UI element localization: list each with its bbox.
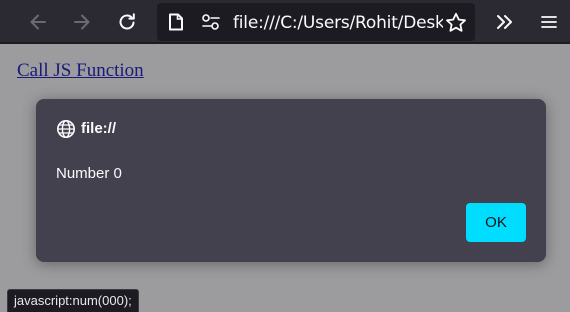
dialog-title: file:// bbox=[81, 120, 117, 137]
dialog-message: Number 0 bbox=[56, 165, 122, 182]
chevrons-right-icon bbox=[497, 15, 512, 29]
forward-arrow-icon bbox=[74, 14, 90, 30]
ok-button[interactable]: OK bbox=[466, 203, 526, 242]
alert-dialog: file:// Number 0 OK bbox=[36, 99, 546, 262]
reload-icon bbox=[119, 13, 135, 30]
permissions-icon[interactable] bbox=[201, 14, 221, 30]
back-button[interactable] bbox=[22, 6, 54, 38]
browser-toolbar: file:///C:/Users/Rohit/Desktop bbox=[0, 0, 570, 44]
menu-button[interactable] bbox=[533, 6, 565, 38]
overflow-button[interactable] bbox=[488, 6, 520, 38]
status-bar-url: javascript:num(000); bbox=[7, 289, 139, 312]
star-icon[interactable] bbox=[445, 12, 467, 33]
call-js-function-link[interactable]: Call JS Function bbox=[17, 60, 144, 82]
back-arrow-icon bbox=[30, 14, 46, 30]
address-bar[interactable]: file:///C:/Users/Rohit/Desktop bbox=[157, 3, 475, 41]
page-icon bbox=[169, 13, 183, 31]
globe-icon bbox=[57, 120, 75, 138]
hamburger-menu-icon bbox=[541, 16, 557, 28]
reload-button[interactable] bbox=[111, 6, 143, 38]
url-text[interactable]: file:///C:/Users/Rohit/Desktop bbox=[233, 13, 443, 33]
forward-button[interactable] bbox=[66, 6, 98, 38]
